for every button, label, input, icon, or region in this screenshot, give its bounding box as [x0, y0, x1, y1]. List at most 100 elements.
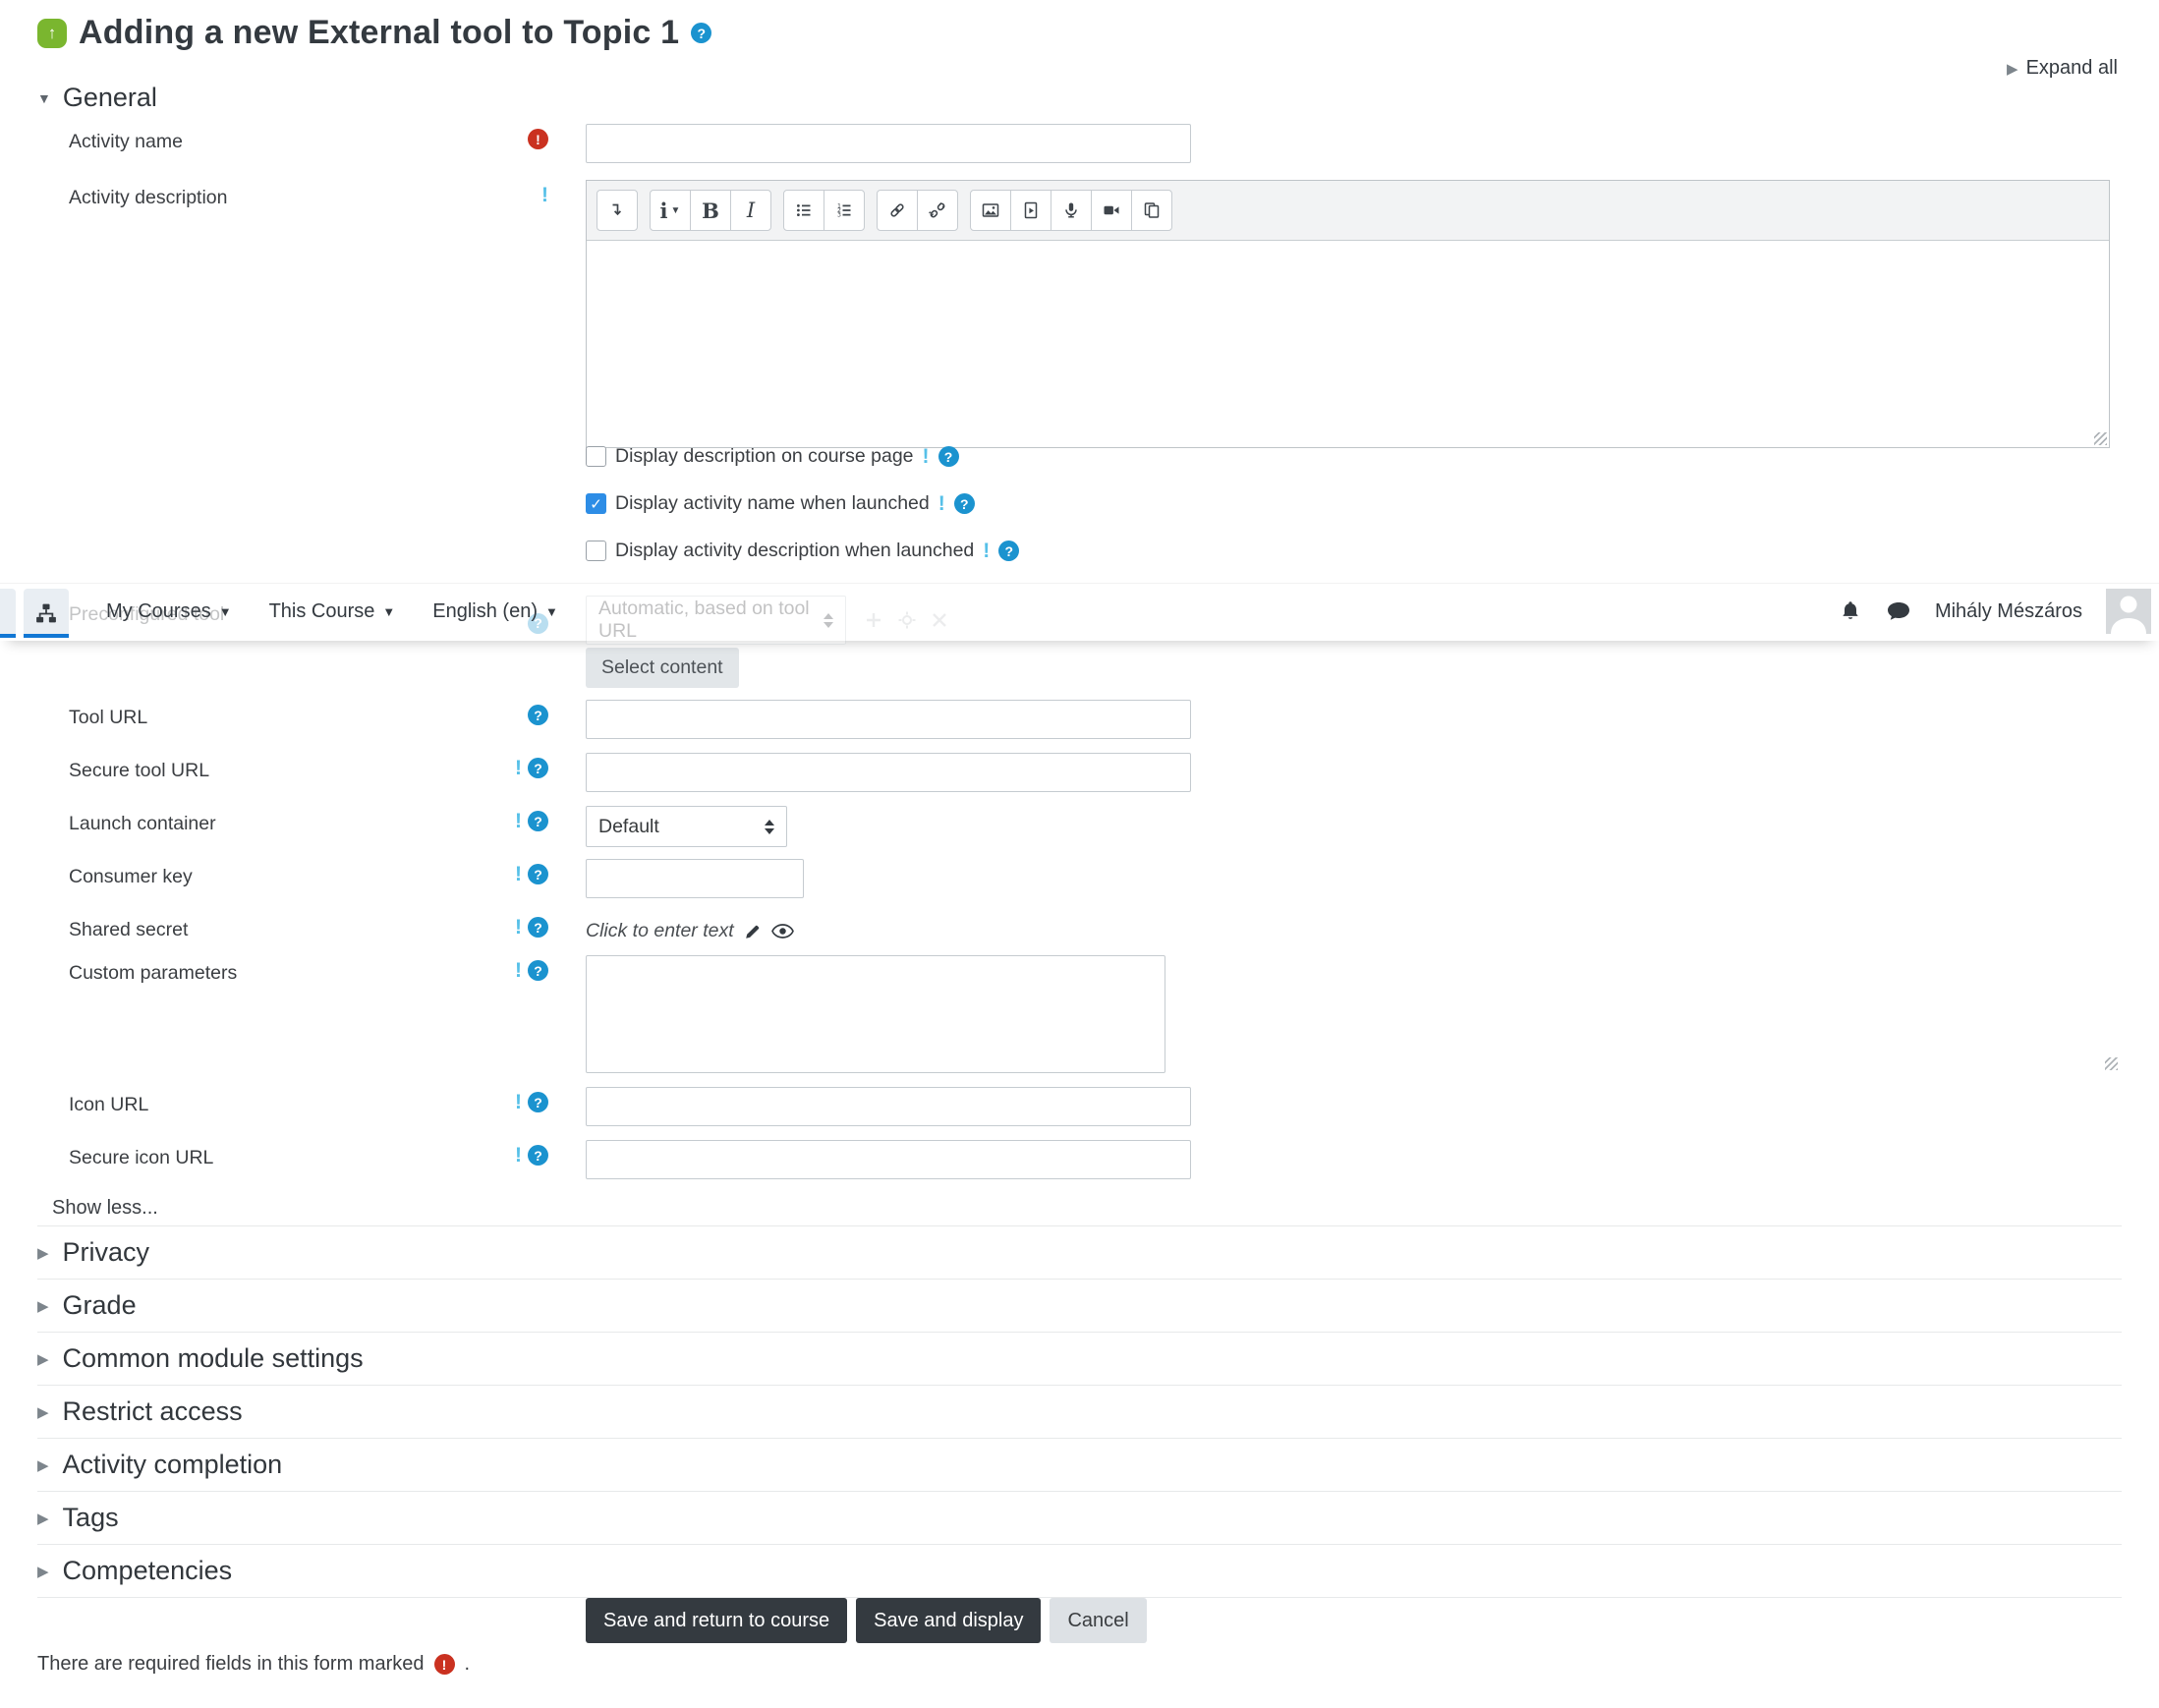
- help-icon[interactable]: ?: [937, 446, 959, 467]
- ordered-list-icon[interactable]: 123: [824, 190, 865, 231]
- display-options: Display description on course page ! ? ✓…: [586, 443, 1020, 585]
- expand-all-link[interactable]: ▶ Expand all: [2007, 57, 2118, 80]
- info-icon[interactable]: !: [938, 493, 945, 514]
- info-icon[interactable]: !: [515, 1145, 522, 1166]
- user-name[interactable]: Mihály Mészáros: [1935, 600, 2082, 623]
- checkbox-display-description[interactable]: [586, 446, 606, 467]
- info-icon[interactable]: !: [541, 185, 548, 205]
- info-icon[interactable]: !: [515, 917, 522, 938]
- help-icon[interactable]: ?: [528, 705, 548, 725]
- checkbox-display-activity-name[interactable]: ✓: [586, 493, 606, 514]
- section-header-privacy[interactable]: ▶ Privacy: [37, 1226, 2122, 1279]
- select-content-button[interactable]: Select content: [586, 648, 739, 688]
- record-audio-icon[interactable]: [1051, 190, 1092, 231]
- help-icon[interactable]: ?: [528, 864, 548, 884]
- consumer-key-label: Consumer key: [69, 866, 193, 887]
- launch-container-select[interactable]: Default: [586, 806, 787, 847]
- help-icon[interactable]: ?: [998, 541, 1020, 561]
- section-header-grade[interactable]: ▶ Grade: [37, 1279, 2122, 1332]
- resize-grip-icon[interactable]: [2094, 432, 2107, 445]
- section-header-restrict-access[interactable]: ▶ Restrict access: [37, 1385, 2122, 1438]
- expand-caret-icon: ▶: [37, 1563, 49, 1580]
- pencil-icon[interactable]: [744, 923, 762, 940]
- shared-secret-label: Shared secret: [69, 919, 189, 940]
- bold-icon[interactable]: B: [690, 190, 731, 231]
- manage-files-icon[interactable]: [1131, 190, 1172, 231]
- info-icon[interactable]: !: [515, 864, 522, 884]
- checkbox-row-display-name-launched: ✓ Display activity name when launched ! …: [586, 490, 1019, 517]
- navbar-tab-fragment[interactable]: [0, 589, 16, 638]
- help-icon[interactable]: ?: [528, 960, 548, 981]
- info-icon[interactable]: !: [515, 758, 522, 778]
- paragraph-styles-icon[interactable]: i ▼: [650, 190, 691, 231]
- section-header-activity-completion[interactable]: ▶ Activity completion: [37, 1438, 2122, 1491]
- nav-this-course[interactable]: This Course ▼: [269, 600, 396, 623]
- italic-icon[interactable]: I: [730, 190, 771, 231]
- section-header-competencies[interactable]: ▶ Competencies: [37, 1544, 2122, 1597]
- section-header-common-module-settings[interactable]: ▶ Common module settings: [37, 1332, 2122, 1385]
- section-label: Activity completion: [62, 1450, 283, 1479]
- section-label: Grade: [62, 1290, 137, 1320]
- launch-container-row: Launch container ! ? Default: [37, 806, 2122, 847]
- info-icon[interactable]: !: [515, 960, 522, 981]
- secure-tool-url-input[interactable]: [586, 753, 1191, 792]
- insert-image-icon[interactable]: [970, 190, 1011, 231]
- site-home-tab[interactable]: [24, 589, 69, 638]
- sitemap-icon: [36, 603, 56, 623]
- chevron-down-icon: ▼: [218, 603, 232, 619]
- expand-caret-icon: ▶: [37, 1403, 49, 1421]
- avatar[interactable]: [2106, 589, 2151, 634]
- expand-caret-icon: ▶: [37, 1456, 49, 1474]
- help-icon[interactable]: ?: [953, 493, 975, 514]
- custom-parameters-label: Custom parameters: [69, 962, 238, 984]
- bell-icon[interactable]: [1839, 599, 1862, 623]
- link-icon[interactable]: [877, 190, 918, 231]
- eye-icon[interactable]: [770, 924, 794, 939]
- unlink-icon[interactable]: [917, 190, 958, 231]
- custom-parameters-textarea[interactable]: [586, 955, 1165, 1073]
- icon-url-input[interactable]: [586, 1087, 1191, 1126]
- svg-text:3: 3: [837, 212, 841, 219]
- nav-my-courses[interactable]: My Courses ▼: [106, 600, 232, 623]
- secure-icon-url-input[interactable]: [586, 1140, 1191, 1179]
- chat-icon[interactable]: [1886, 600, 1911, 623]
- consumer-key-input[interactable]: [586, 859, 804, 898]
- tool-url-input[interactable]: [586, 700, 1191, 739]
- info-icon[interactable]: !: [983, 541, 990, 561]
- shared-secret-placeholder[interactable]: Click to enter text: [586, 920, 734, 942]
- expand-all-label: Expand all: [2025, 57, 2118, 79]
- section-label: Competencies: [62, 1556, 233, 1585]
- cancel-button[interactable]: Cancel: [1050, 1598, 1147, 1643]
- activity-name-input[interactable]: [586, 124, 1191, 163]
- help-icon[interactable]: ?: [528, 1145, 548, 1166]
- nav-language[interactable]: English (en) ▼: [432, 600, 558, 623]
- help-icon[interactable]: ?: [691, 23, 712, 43]
- help-icon[interactable]: ?: [528, 758, 548, 778]
- expand-caret-icon: ▶: [37, 1244, 49, 1262]
- unordered-list-icon[interactable]: [783, 190, 824, 231]
- insert-media-icon[interactable]: [1010, 190, 1051, 231]
- section-general-label: General: [62, 83, 157, 112]
- show-less-link[interactable]: Show less...: [52, 1197, 158, 1220]
- collapse-toolbar-icon[interactable]: [597, 190, 638, 231]
- section-header-general[interactable]: ▼ General: [37, 83, 157, 113]
- checkbox-row-display-description: Display description on course page ! ?: [586, 443, 1019, 470]
- editor-content-area[interactable]: [587, 241, 2109, 447]
- info-icon[interactable]: !: [923, 446, 930, 467]
- help-icon[interactable]: ?: [528, 1092, 548, 1112]
- save-and-return-button[interactable]: Save and return to course: [586, 1598, 848, 1643]
- checkbox-display-activity-description[interactable]: [586, 541, 606, 561]
- resize-grip-icon[interactable]: [2105, 1057, 2118, 1070]
- save-and-display-button[interactable]: Save and display: [856, 1598, 1042, 1643]
- record-video-icon[interactable]: [1091, 190, 1132, 231]
- section-header-tags[interactable]: ▶ Tags: [37, 1491, 2122, 1544]
- required-icon: !: [433, 1654, 455, 1675]
- help-icon[interactable]: ?: [528, 811, 548, 831]
- checkbox-label: Display description on course page: [615, 445, 914, 467]
- activity-name-label: Activity name: [69, 131, 183, 152]
- info-icon[interactable]: !: [515, 811, 522, 831]
- external-tool-form-page: ↑ Adding a new External tool to Topic 1 …: [0, 0, 2159, 1708]
- help-icon[interactable]: ?: [528, 917, 548, 938]
- info-icon[interactable]: !: [515, 1092, 522, 1112]
- required-fields-note: There are required fields in this form m…: [37, 1653, 470, 1676]
